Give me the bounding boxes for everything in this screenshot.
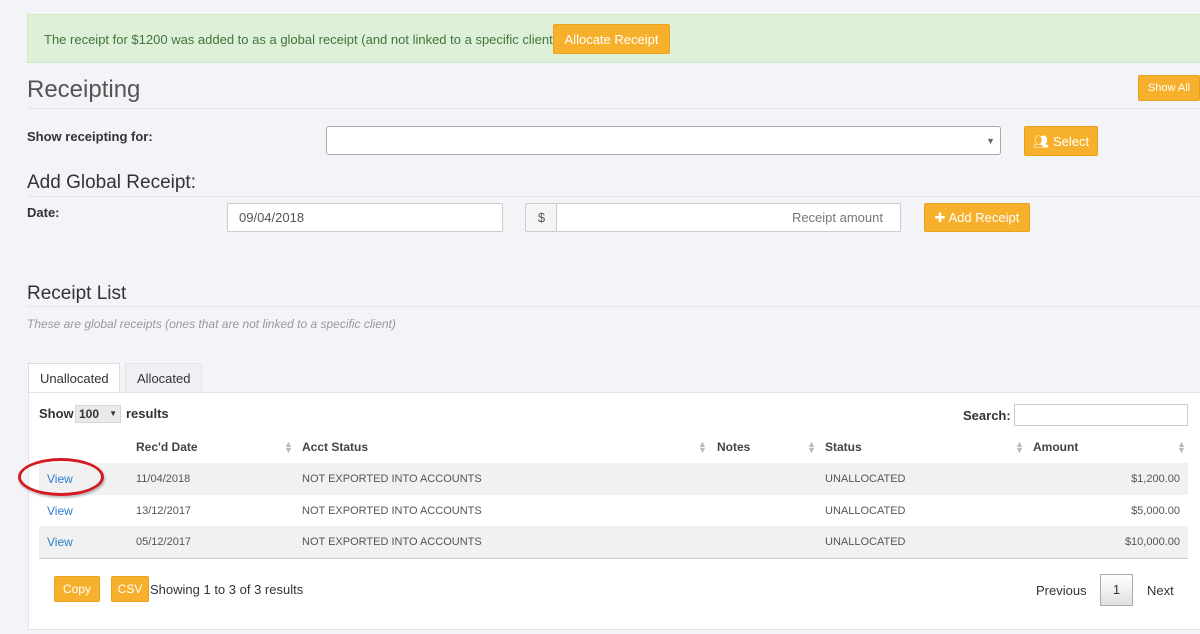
title-divider bbox=[27, 108, 1200, 109]
row-acct-status: NOT EXPORTED INTO ACCOUNTS bbox=[302, 473, 482, 485]
page-title: Receipting bbox=[27, 76, 141, 103]
page-size-value: 100 bbox=[79, 407, 100, 421]
tab-unallocated[interactable]: Unallocated bbox=[28, 363, 120, 393]
table-info: Showing 1 to 3 of 3 results bbox=[150, 582, 304, 597]
receipt-list-divider bbox=[27, 306, 1200, 307]
row-amount: $5,000.00 bbox=[1131, 505, 1180, 517]
receipt-list-subtitle: These are global receipts (ones that are… bbox=[27, 317, 396, 331]
sort-icon[interactable]: ▲ ▼ bbox=[1015, 440, 1024, 455]
row-amount: $10,000.00 bbox=[1124, 536, 1180, 548]
results-label: results bbox=[126, 406, 169, 421]
sort-icon[interactable]: ▲ ▼ bbox=[807, 440, 816, 455]
sort-icon[interactable]: ▲ ▼ bbox=[698, 440, 707, 455]
add-global-receipt-title: Add Global Receipt: bbox=[27, 172, 196, 193]
select-button[interactable]: 👥︎ Select bbox=[1024, 126, 1098, 156]
table-bottom-divider bbox=[39, 558, 1188, 559]
chevron-down-icon: ▼ bbox=[109, 409, 117, 418]
client-select[interactable]: ▼ bbox=[326, 126, 1001, 155]
currency-addon: $ bbox=[525, 203, 557, 232]
search-input[interactable] bbox=[1014, 404, 1188, 426]
csv-button[interactable]: CSV bbox=[111, 576, 149, 602]
users-icon: 👥︎ bbox=[1032, 134, 1050, 149]
add-receipt-label: Add Receipt bbox=[948, 210, 1020, 225]
alert-message: The receipt for $1200 was added to as a … bbox=[44, 32, 558, 47]
receipt-list-title: Receipt List bbox=[27, 283, 127, 304]
column-header-notes[interactable]: Notes bbox=[717, 440, 750, 454]
table-row: View 11/04/2018 NOT EXPORTED INTO ACCOUN… bbox=[39, 463, 1188, 495]
row-date: 13/12/2017 bbox=[136, 505, 192, 517]
show-label: Show bbox=[39, 406, 74, 421]
search-label: Search: bbox=[963, 408, 1011, 423]
allocate-receipt-button[interactable]: Allocate Receipt bbox=[553, 24, 670, 54]
add-global-divider bbox=[27, 196, 1200, 197]
chevron-down-icon: ▼ bbox=[986, 136, 995, 146]
date-label: Date: bbox=[27, 205, 60, 220]
sort-icon[interactable]: ▲ ▼ bbox=[284, 440, 293, 455]
page-size-select[interactable]: 100 ▼ bbox=[75, 405, 121, 423]
tab-allocated[interactable]: Allocated bbox=[125, 363, 202, 393]
row-acct-status: NOT EXPORTED INTO ACCOUNTS bbox=[302, 536, 482, 548]
view-link[interactable]: View bbox=[47, 535, 73, 549]
receipt-amount-input[interactable]: Receipt amount bbox=[556, 203, 901, 232]
previous-page-button[interactable]: Previous bbox=[1036, 583, 1087, 598]
show-all-button[interactable]: Show All bbox=[1138, 75, 1200, 101]
column-header-status[interactable]: Status bbox=[825, 440, 862, 454]
select-button-label: Select bbox=[1053, 134, 1090, 149]
receipting-for-label: Show receipting for: bbox=[27, 129, 153, 144]
copy-button[interactable]: Copy bbox=[54, 576, 100, 602]
row-date: 05/12/2017 bbox=[136, 536, 192, 548]
column-header-amount[interactable]: Amount bbox=[1033, 440, 1078, 454]
plus-icon: ✚ bbox=[934, 210, 946, 225]
next-page-button[interactable]: Next bbox=[1147, 583, 1174, 598]
row-status: UNALLOCATED bbox=[825, 473, 906, 485]
page-1-button[interactable]: 1 bbox=[1100, 574, 1133, 606]
row-status: UNALLOCATED bbox=[825, 505, 906, 517]
row-status: UNALLOCATED bbox=[825, 536, 906, 548]
table-row: View 13/12/2017 NOT EXPORTED INTO ACCOUN… bbox=[39, 495, 1188, 527]
table-row: View 05/12/2017 NOT EXPORTED INTO ACCOUN… bbox=[39, 526, 1188, 558]
view-link[interactable]: View bbox=[47, 472, 73, 486]
add-receipt-button[interactable]: ✚ Add Receipt bbox=[924, 203, 1030, 232]
sort-icon[interactable]: ▲ ▼ bbox=[1177, 440, 1186, 455]
row-amount: $1,200.00 bbox=[1131, 473, 1180, 485]
column-header-recd-date[interactable]: Rec'd Date bbox=[136, 440, 198, 454]
row-acct-status: NOT EXPORTED INTO ACCOUNTS bbox=[302, 505, 482, 517]
column-header-acct-status[interactable]: Acct Status bbox=[302, 440, 368, 454]
view-link[interactable]: View bbox=[47, 504, 73, 518]
date-input[interactable]: 09/04/2018 bbox=[227, 203, 503, 232]
row-date: 11/04/2018 bbox=[136, 473, 191, 485]
